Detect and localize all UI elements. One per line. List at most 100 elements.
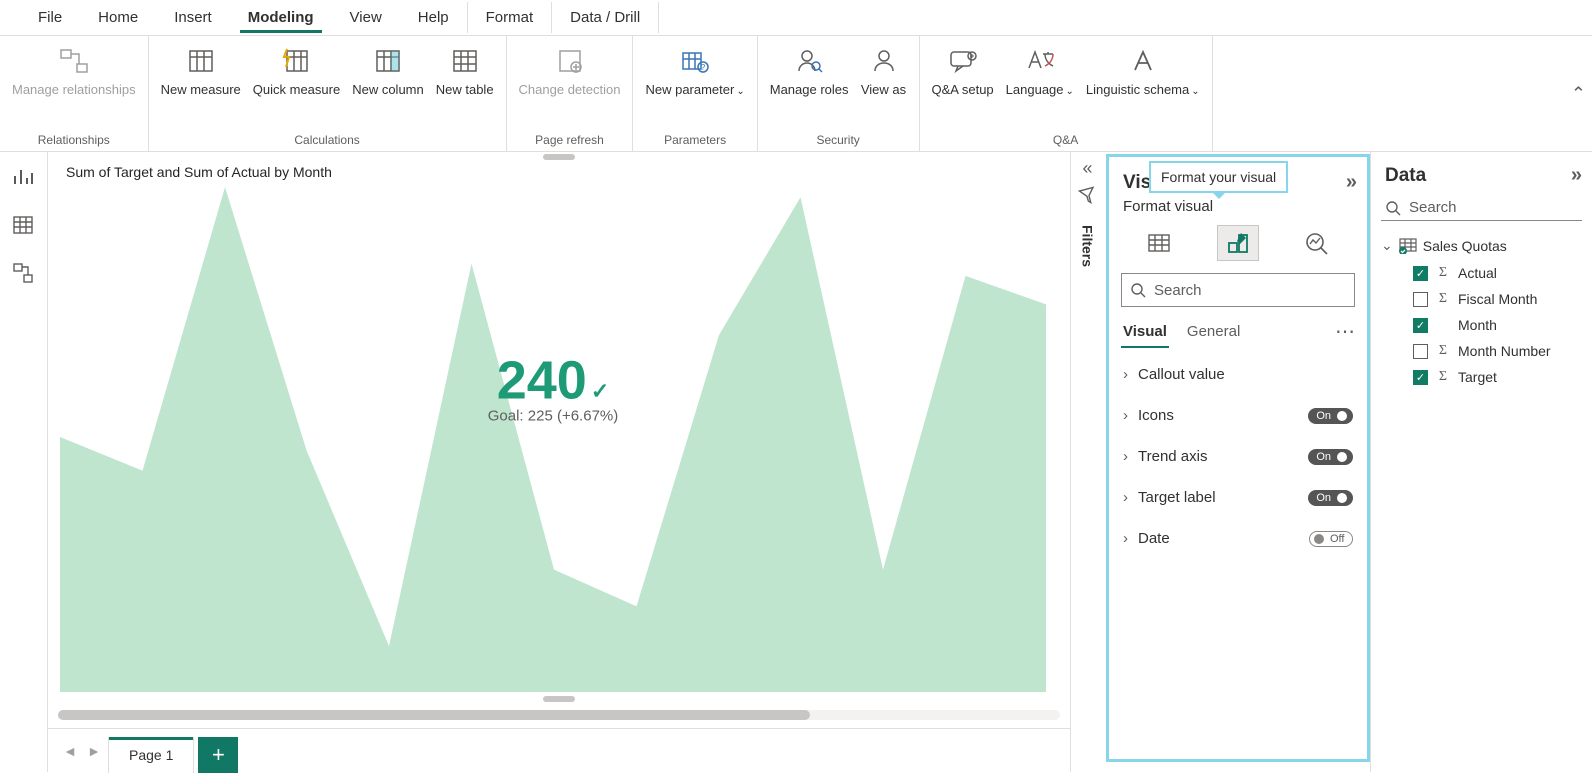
- ribbon-btn-label: New table: [436, 82, 494, 98]
- ribbon-group-calculations: New measure Quick measure New column New…: [149, 36, 507, 151]
- ribbon-btn-label: Language⌄: [1006, 82, 1074, 99]
- data-pane-collapse-button[interactable]: »: [1571, 164, 1582, 187]
- menu-tab-view[interactable]: View: [332, 2, 400, 33]
- view-as-icon: [867, 44, 901, 78]
- sigma-icon: Σ: [1436, 291, 1450, 307]
- field-target[interactable]: ✓ Σ Target: [1411, 364, 1584, 390]
- format-card-list: › Callout value › Icons On › Trend axis …: [1109, 346, 1367, 567]
- filters-expand-button[interactable]: «: [1082, 158, 1092, 179]
- card-date[interactable]: › Date Off: [1109, 518, 1367, 559]
- left-rail: [0, 152, 48, 772]
- visualizations-pane: Visualizations » Format your visual Form…: [1106, 154, 1370, 762]
- card-label: Icons: [1138, 407, 1174, 424]
- filters-pane-title: Filters: [1080, 225, 1096, 267]
- build-visual-tab[interactable]: [1138, 225, 1180, 261]
- analytics-tab[interactable]: [1296, 225, 1338, 261]
- format-tab-general[interactable]: General: [1185, 317, 1242, 346]
- checkbox-unchecked[interactable]: [1413, 344, 1428, 359]
- ribbon-group-label: Security: [764, 131, 913, 149]
- ribbon-group-label: Page refresh: [513, 131, 627, 149]
- card-label: Callout value: [1138, 366, 1225, 383]
- field-fiscal-month[interactable]: Σ Fiscal Month: [1411, 286, 1584, 312]
- chevron-right-icon: ›: [1123, 407, 1128, 424]
- menu-tab-file[interactable]: File: [20, 2, 80, 33]
- checkbox-checked[interactable]: ✓: [1413, 266, 1428, 281]
- language-button[interactable]: Language⌄: [1000, 40, 1080, 131]
- card-callout-value[interactable]: › Callout value: [1109, 354, 1367, 395]
- menu-tab-home[interactable]: Home: [80, 2, 156, 33]
- change-detection-icon: [553, 44, 587, 78]
- manage-roles-button[interactable]: Manage roles: [764, 40, 855, 131]
- kpi-visual[interactable]: Sum of Target and Sum of Actual by Month…: [58, 160, 1048, 700]
- data-search-input[interactable]: Search: [1381, 195, 1582, 221]
- checkbox-checked[interactable]: ✓: [1413, 318, 1428, 333]
- menu-tab-modeling[interactable]: Modeling: [230, 2, 332, 33]
- page-next-button[interactable]: ►: [84, 737, 104, 765]
- chevron-right-icon: ›: [1123, 448, 1128, 465]
- menu-tab-help[interactable]: Help: [400, 2, 467, 33]
- hscroll-thumb[interactable]: [58, 710, 810, 720]
- ribbon-group-security: Manage roles View as Security: [758, 36, 920, 151]
- chevron-down-icon: ⌄: [736, 86, 744, 97]
- chevron-down-icon: ⌄: [1381, 237, 1393, 254]
- format-search-input[interactable]: Search: [1121, 273, 1355, 307]
- tree-table-label: Sales Quotas: [1423, 238, 1507, 254]
- menu-tab-datadrill[interactable]: Data / Drill: [552, 2, 659, 33]
- menu-tab-format[interactable]: Format: [467, 2, 553, 33]
- new-table-button[interactable]: New table: [430, 40, 500, 131]
- field-month[interactable]: ✓ Σ Month: [1411, 312, 1584, 338]
- menu-tab-insert[interactable]: Insert: [156, 2, 230, 33]
- new-column-button[interactable]: New column: [346, 40, 430, 131]
- sigma-icon: Σ: [1436, 369, 1450, 385]
- checkbox-unchecked[interactable]: [1413, 292, 1428, 307]
- toggle-on[interactable]: On: [1308, 490, 1353, 506]
- linguistic-schema-button[interactable]: Linguistic schema⌄: [1080, 40, 1206, 131]
- model-view-button[interactable]: [12, 262, 36, 286]
- language-icon: [1023, 44, 1057, 78]
- fields-tree: ⌄ Sales Quotas ✓ Σ Actual Σ Fiscal Month: [1371, 231, 1592, 390]
- chevron-right-icon: ›: [1123, 489, 1128, 506]
- field-label: Actual: [1458, 265, 1497, 281]
- format-tabs-more-button[interactable]: ⋯: [1335, 319, 1355, 344]
- hscroll-track[interactable]: [58, 710, 1060, 720]
- ribbon-collapse-button[interactable]: ⌃: [1571, 83, 1586, 104]
- field-month-number[interactable]: Σ Month Number: [1411, 338, 1584, 364]
- measure-icon: [184, 44, 218, 78]
- data-view-button[interactable]: [12, 214, 36, 238]
- toggle-off[interactable]: Off: [1309, 531, 1353, 547]
- ribbon-btn-label: Manage relationships: [12, 82, 136, 98]
- card-trend-axis[interactable]: › Trend axis On: [1109, 436, 1367, 477]
- view-as-button[interactable]: View as: [855, 40, 913, 131]
- page-prev-button[interactable]: ◄: [60, 737, 80, 765]
- canvas-splitter-bottom[interactable]: [543, 696, 575, 702]
- report-view-button[interactable]: [12, 166, 36, 190]
- page-tab-1[interactable]: Page 1: [108, 737, 194, 773]
- qa-setup-button[interactable]: Q&A setup: [926, 40, 1000, 131]
- relationships-icon: [57, 44, 91, 78]
- new-measure-button[interactable]: New measure: [155, 40, 247, 131]
- sigma-icon: Σ: [1436, 265, 1450, 281]
- ribbon-btn-label: View as: [861, 82, 906, 98]
- quick-measure-button[interactable]: Quick measure: [247, 40, 346, 131]
- workspace: Sum of Target and Sum of Actual by Month…: [0, 152, 1592, 772]
- manage-relationships-button[interactable]: Manage relationships: [6, 40, 142, 131]
- card-target-label[interactable]: › Target label On: [1109, 477, 1367, 518]
- ribbon-group-label: Parameters: [639, 131, 750, 149]
- tree-table-sales-quotas[interactable]: ⌄ Sales Quotas: [1379, 231, 1584, 260]
- new-parameter-button[interactable]: ? New parameter⌄: [639, 40, 750, 131]
- visualizations-collapse-button[interactable]: »: [1346, 171, 1357, 194]
- toggle-on[interactable]: On: [1308, 408, 1353, 424]
- ribbon-btn-label: Manage roles: [770, 82, 849, 98]
- visualizations-pane-subtitle: Format visual: [1109, 198, 1367, 223]
- checkbox-checked[interactable]: ✓: [1413, 370, 1428, 385]
- format-visual-tab[interactable]: [1217, 225, 1259, 261]
- field-actual[interactable]: ✓ Σ Actual: [1411, 260, 1584, 286]
- toggle-on[interactable]: On: [1308, 449, 1353, 465]
- ribbon-group-label: Q&A: [926, 131, 1206, 149]
- add-page-button[interactable]: +: [198, 737, 238, 773]
- canvas-viewport[interactable]: Sum of Target and Sum of Actual by Month…: [48, 152, 1070, 728]
- change-detection-button[interactable]: Change detection: [513, 40, 627, 131]
- ribbon-group-relationships: Manage relationships Relationships: [0, 36, 149, 151]
- card-icons[interactable]: › Icons On: [1109, 395, 1367, 436]
- format-tab-visual[interactable]: Visual: [1121, 317, 1169, 346]
